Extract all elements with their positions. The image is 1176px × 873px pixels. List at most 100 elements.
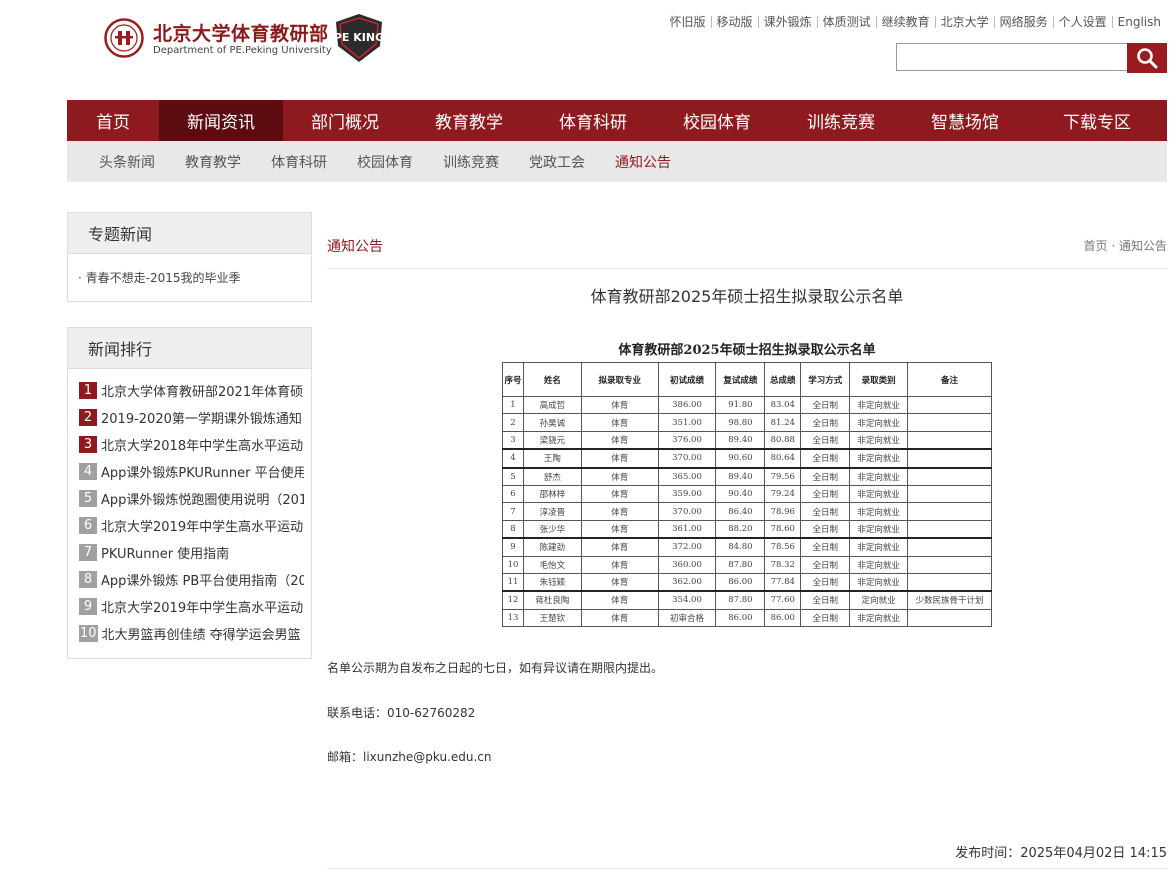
top-link[interactable]: 课外锻炼	[757, 16, 817, 28]
sub-nav-item[interactable]: 校园体育	[357, 152, 413, 172]
topic-news-link[interactable]: · 青春不想走-2015我的毕业季	[78, 269, 311, 286]
table-cell: 非定向就业	[849, 608, 909, 628]
table-cell: 370.00	[657, 502, 717, 521]
ranking-item-title: 北京大学2019年中学生高水平运动员	[101, 601, 304, 616]
ranking-item[interactable]: 6 北京大学2019年中学生高水平运动员	[79, 512, 304, 539]
ranking-item[interactable]: 10 北大男篮再创佳绩 夺得学运会男篮	[79, 620, 304, 647]
sub-nav-item[interactable]: 训练竞赛	[443, 152, 499, 172]
table-cell: 非定向就业	[849, 519, 909, 539]
ranking-item[interactable]: 3 北京大学2018年中学生高水平运动员	[79, 431, 304, 458]
table-column-header: 初试成绩	[657, 362, 717, 397]
ranking-item-title: 2019-2020第一学期课外锻炼通知	[101, 412, 302, 427]
sub-nav-item[interactable]: 党政工会	[529, 152, 585, 172]
sub-nav-item[interactable]: 教育教学	[185, 152, 241, 172]
section-header: 通知公告 首页 · 通知公告	[327, 234, 1167, 269]
nav-item[interactable]: 体育科研	[531, 100, 655, 141]
table-cell: 淳凌晋	[522, 502, 582, 521]
table-cell: 全日制	[800, 448, 851, 469]
rank-number-badge: 3	[79, 436, 97, 453]
table-row: 5 舒杰 体育 365.00 89.40 79.56 全日制 非定向就业	[502, 466, 992, 486]
admission-table-image: 体育教研部2025年硕士招生拟录取公示名单 序号 姓名 拟录取专业 初试成绩 复试成绩总…	[502, 340, 992, 630]
table-row: 13 王楚钦 体育 初审合格 86.00 86.00 全日制 非定向就业	[502, 608, 992, 628]
top-link[interactable]: 怀旧版	[665, 16, 711, 28]
table-cell: 78.96	[764, 502, 802, 521]
table-cell: 陈建劲	[522, 537, 582, 557]
table-column-header: 序号	[502, 362, 524, 397]
ranking-item[interactable]: 4 App课外锻炼PKURunner 平台使用指	[79, 458, 304, 485]
nav-item[interactable]: 训练竞赛	[779, 100, 903, 141]
top-link[interactable]: 移动版	[710, 16, 758, 28]
notice-text: 名单公示期为自发布之日起的七日，如有异议请在期限内提出。	[327, 661, 664, 675]
table-cell: 2	[502, 413, 524, 432]
top-link[interactable]: 体质测试	[816, 16, 876, 28]
table-cell: 386.00	[657, 395, 717, 415]
table-cell: 1	[502, 395, 524, 415]
nav-item[interactable]: 校园体育	[655, 100, 779, 141]
nav-item[interactable]: 首页	[67, 100, 159, 141]
nav-item[interactable]: 新闻资讯	[159, 100, 283, 141]
table-cell: 非定向就业	[849, 572, 909, 592]
table-cell	[907, 572, 992, 592]
topic-news-panel: 专题新闻 · 青春不想走-2015我的毕业季	[67, 212, 312, 302]
sub-nav-item[interactable]: 体育科研	[271, 152, 327, 172]
ranking-item[interactable]: 5 App课外锻炼悦跑圈使用说明（2018	[79, 485, 304, 512]
nav-item[interactable]: 教育教学	[407, 100, 531, 141]
table-cell: 非定向就业	[849, 555, 909, 574]
ranking-item[interactable]: 8 App课外锻炼 PB平台使用指南（2018	[79, 566, 304, 593]
table-cell: 98.80	[715, 413, 766, 432]
table-cell: 体育	[580, 413, 659, 432]
breadcrumb[interactable]: 首页 · 通知公告	[1084, 237, 1167, 254]
search-button[interactable]	[1127, 43, 1167, 73]
topic-news-title: 专题新闻	[68, 213, 311, 254]
search-icon	[1137, 48, 1158, 69]
table-cell: 王楚钦	[522, 608, 582, 628]
rank-number-badge: 9	[79, 598, 97, 615]
ranking-item[interactable]: 7 PKURunner 使用指南	[79, 539, 304, 566]
search-input[interactable]	[897, 44, 1127, 70]
table-cell: 全日制	[800, 466, 851, 486]
nav-item[interactable]: 部门概况	[283, 100, 407, 141]
ranking-item[interactable]: 1 北京大学体育教研部2021年体育硕士	[79, 377, 304, 404]
nav-item[interactable]: 智慧场馆	[903, 100, 1027, 141]
table-cell: 全日制	[800, 430, 851, 450]
top-link[interactable]: 个人设置	[1052, 16, 1112, 28]
ranking-item[interactable]: 9 北京大学2019年中学生高水平运动员	[79, 593, 304, 620]
ranking-item[interactable]: 2 2019-2020第一学期课外锻炼通知	[79, 404, 304, 431]
sub-nav-item[interactable]: 通知公告	[615, 152, 671, 172]
table-cell: 体育	[580, 519, 659, 539]
sub-nav-item[interactable]: 头条新闻	[99, 152, 155, 172]
rank-number-badge: 5	[79, 490, 97, 507]
table-cell: 非定向就业	[849, 448, 909, 469]
table-cell: 80.88	[764, 430, 802, 450]
table-cell	[907, 484, 992, 504]
table-cell: 非定向就业	[849, 430, 909, 450]
ranking-item-title: 北大男篮再创佳绩 夺得学运会男篮	[101, 628, 301, 643]
publish-time: 发布时间：2025年04月02日 14:15	[955, 846, 1167, 861]
table-row: 9 陈建劲 体育 372.00 84.80 78.56 全日制 非定向就业	[502, 537, 992, 557]
top-link[interactable]: 继续教育	[875, 16, 935, 28]
table-cell: 83.04	[764, 395, 802, 415]
table-cell: 3	[502, 430, 524, 450]
top-link[interactable]: 北京大学	[934, 16, 994, 28]
site-logo[interactable]: 北京大学体育教研部 Department of PE.Peking Univer…	[104, 14, 404, 66]
table-row: 10 毛怡文 体育 360.00 87.80 78.32 全日制 非定向就业	[502, 555, 992, 574]
table-cell: 张少华	[522, 519, 582, 539]
table-cell: 11	[502, 572, 524, 592]
pe-king-badge-icon: PE KING	[334, 14, 384, 62]
table-cell: 370.00	[657, 448, 717, 469]
table-cell: 9	[502, 537, 524, 557]
top-link[interactable]: 网络服务	[993, 16, 1053, 28]
table-cell: 80.64	[764, 448, 802, 469]
news-ranking-title: 新闻排行	[68, 328, 311, 369]
table-cell: 非定向就业	[849, 466, 909, 486]
table-cell: 5	[502, 466, 524, 486]
nav-item[interactable]: 下载专区	[1027, 100, 1167, 141]
ranking-item-title: App课外锻炼PKURunner 平台使用指	[101, 466, 304, 481]
ranking-item-title: App课外锻炼悦跑圈使用说明（2018	[101, 493, 304, 508]
ranking-item-title: 北京大学2019年中学生高水平运动员	[101, 520, 304, 535]
badge-text: PE KING	[334, 31, 384, 44]
table-cell: 89.40	[715, 430, 766, 450]
table-cell: 全日制	[800, 590, 851, 610]
top-link[interactable]: English	[1111, 16, 1166, 28]
table-cell: 79.24	[764, 484, 802, 504]
